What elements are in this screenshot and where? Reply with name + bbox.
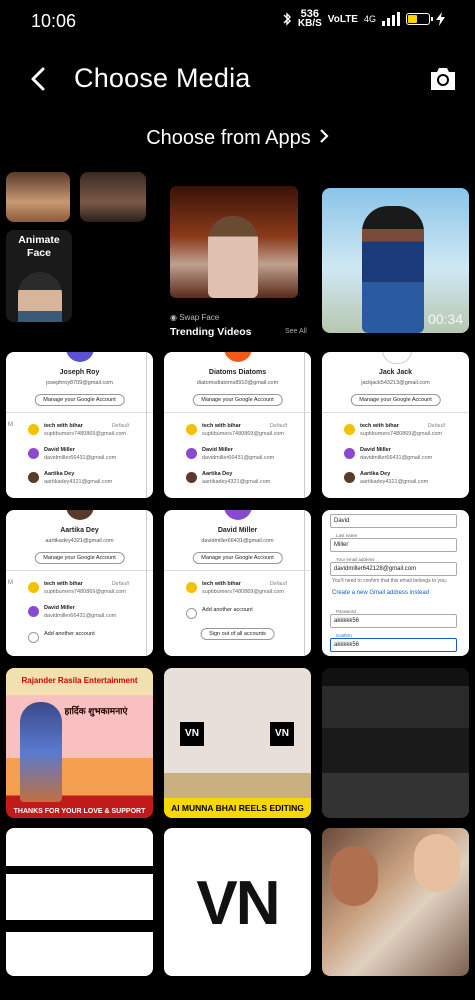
media-tile-dancer[interactable]: 00:34 — [322, 188, 469, 333]
first-name-field: David — [330, 514, 457, 528]
account-email: diatomsdiatoms8910@gmail.com — [196, 380, 279, 386]
account-email: davidmiller66431@gmail.com — [201, 538, 274, 544]
video-timestamp: 00:34 — [427, 311, 463, 327]
avatar — [223, 510, 252, 520]
trending-videos-label: Trending Videos — [170, 326, 252, 338]
manage-account-button: Manage your Google Account — [192, 394, 283, 406]
poster-greeting: हार्दिक शुभकामनाएं — [64, 706, 128, 716]
account-row: Aartika Dey aartikadey4321@gmail.com — [28, 470, 147, 490]
media-tile-vn-logo[interactable]: VN — [164, 828, 311, 976]
manage-account-button: Manage your Google Account — [350, 394, 441, 406]
header: Choose Media — [0, 52, 475, 108]
bluetooth-icon — [283, 12, 291, 26]
vn-badge: VN — [270, 722, 294, 746]
face-thumbnail-portrait[interactable] — [6, 172, 70, 222]
status-bar: 10:06 536 KB/S VoLTE 4G — [0, 0, 475, 42]
account-row: David Miller davidmiller66431@gmail.com — [28, 446, 147, 466]
manage-account-button: Manage your Google Account — [192, 552, 283, 564]
account-row: tech with bihar suptibumers7480869@gmail… — [186, 580, 305, 600]
charging-icon — [436, 12, 445, 26]
signal-icon — [382, 12, 400, 26]
media-tile-account-joseph[interactable]: Joseph Roy josephroy8709@gmail.com Manag… — [6, 352, 153, 498]
media-tile-dark[interactable] — [322, 668, 469, 818]
account-row: Aartika Dey aartikadey4321@gmail.com — [344, 470, 463, 490]
account-email: jackjack543213@gmail.com — [361, 380, 430, 386]
trending-video-thumbnail[interactable] — [170, 186, 298, 298]
account-row: tech with bihar suptibumers7480869@gmail… — [28, 422, 147, 442]
confirm-note: You'll need to confirm that this email b… — [332, 578, 448, 584]
swap-face-icon: ◉ — [170, 313, 180, 322]
vn-badge: VN — [180, 722, 204, 746]
account-row: Aartika Dey aartikadey4321@gmail.com — [186, 470, 305, 490]
media-tile-account-diatoms[interactable]: Diatoms Diatoms diatomsdiatoms8910@gmail… — [164, 352, 311, 498]
volte-badge: VoLTE — [327, 13, 358, 25]
account-name: Diatoms Diatoms — [208, 369, 267, 376]
media-tile-scene[interactable] — [322, 828, 469, 976]
net-speed: 536 KB/S — [297, 8, 322, 29]
account-row: Add another account — [186, 606, 305, 626]
chevron-right-icon — [319, 127, 329, 150]
avatar — [223, 352, 252, 362]
vn-clip-caption: AI MUNNA BHAI REELS EDITING — [164, 798, 311, 818]
status-icons: 536 KB/S VoLTE 4G — [282, 8, 445, 29]
sign-out-button: Sign out of all accounts — [200, 628, 275, 640]
see-all-link[interactable]: See All — [285, 328, 307, 335]
choose-from-apps-link[interactable]: Choose from Apps — [0, 127, 475, 150]
account-row: David Miller davidmiller66431@gmail.com — [344, 446, 463, 466]
account-row: tech with bihar suptibumers7480869@gmail… — [186, 422, 305, 442]
media-tile-signup-form[interactable]: David Last name Miller Your email address… — [322, 510, 469, 656]
account-name: David Miller — [217, 527, 258, 534]
create-gmail-link: Create a new Gmail address instead — [332, 590, 430, 596]
account-email: josephroy8709@gmail.com — [46, 380, 113, 386]
media-tile-account-jack[interactable]: Jack Jack jackjack543213@gmail.com Manag… — [322, 352, 469, 498]
account-name: Aartika Dey — [60, 527, 99, 534]
last-name-field: Last name Miller — [330, 533, 457, 552]
account-name: Joseph Roy — [59, 369, 100, 376]
swap-face-label: ◉ Swap Face — [170, 313, 220, 322]
poster-title: Rajander Rasila Entertainment — [21, 676, 138, 685]
vn-logo: VN — [196, 869, 280, 938]
media-tile-account-david[interactable]: David Miller davidmiller66431@gmail.com … — [164, 510, 311, 656]
avatar — [65, 510, 94, 520]
battery-icon — [406, 13, 433, 25]
account-row: Add another account — [28, 630, 147, 650]
avatar — [65, 352, 94, 362]
media-tile-vn-clip[interactable]: VN VN AI MUNNA BHAI REELS EDITING — [164, 668, 311, 818]
manage-account-button: Manage your Google Account — [34, 552, 125, 564]
camera-icon[interactable] — [428, 66, 458, 92]
face-thumbnail-man[interactable] — [80, 172, 146, 222]
media-tile-poster[interactable]: Rajander Rasila Entertainment हार्दिक शु… — [6, 668, 153, 818]
account-row: David Miller davidmiller66431@gmail.com — [186, 446, 305, 466]
network-type: 4G — [363, 14, 376, 24]
back-arrow-icon[interactable] — [26, 64, 50, 94]
email-field: Your email address davidmiller642128@gmai… — [330, 557, 457, 576]
password-field: Password akkkkk56 — [330, 609, 457, 628]
manage-account-button: Manage your Google Account — [34, 394, 125, 406]
animate-face-card[interactable]: Animate Face — [6, 230, 72, 322]
poster-footer: THANKS FOR YOUR LOVE & SUPPORT — [13, 808, 146, 815]
avatar — [381, 352, 412, 364]
choose-from-apps-label: Choose from Apps — [146, 127, 311, 149]
animate-face-label: Animate Face — [18, 234, 60, 259]
account-row: David Miller davidmiller66431@gmail.com — [28, 604, 147, 624]
confirm-password-field: Confirm akkkkk56 — [330, 633, 457, 652]
account-name: Jack Jack — [378, 369, 413, 376]
status-time: 10:06 — [31, 11, 77, 31]
account-email: aartikadey4321@gmail.com — [45, 538, 114, 544]
account-row: tech with bihar suptibumers7480869@gmail… — [28, 580, 147, 600]
media-tile-account-aartika[interactable]: Aartika Dey aartikadey4321@gmail.com Man… — [6, 510, 153, 656]
animate-face-thumbnail — [18, 272, 62, 322]
account-row: tech with bihar suptibumers7480869@gmail… — [344, 422, 463, 442]
page-title: Choose Media — [74, 63, 251, 93]
media-tile-paper[interactable] — [6, 828, 153, 976]
